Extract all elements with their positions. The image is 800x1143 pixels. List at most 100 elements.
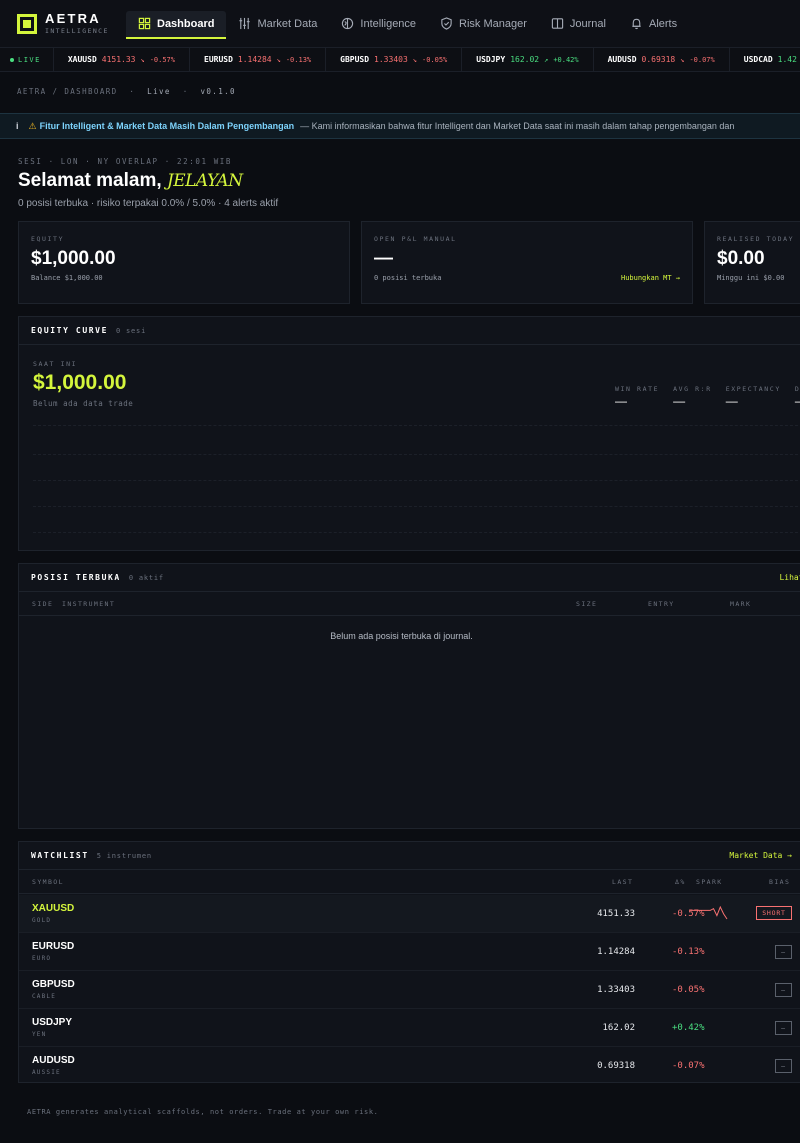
metric-drawdown: DR— xyxy=(794,385,800,408)
col-bias[interactable]: BIAS xyxy=(769,878,790,886)
col-spark: SPARK xyxy=(696,878,723,886)
info-icon: i xyxy=(16,121,19,131)
down-arrow-icon: ↘ xyxy=(680,55,685,64)
no-trade-note: Belum ada data trade xyxy=(33,399,134,408)
ticker-item-gbpusd[interactable]: GBPUSD 1.33403 ↘ -0.05% xyxy=(326,48,463,71)
col-change[interactable]: Δ% xyxy=(675,878,686,886)
ticker-item-usdcad[interactable]: USDCAD 1.42 xyxy=(730,48,800,71)
open-pnl-value: — xyxy=(374,248,393,269)
bias-badge: SHORT xyxy=(756,906,792,920)
down-arrow-icon: ↘ xyxy=(276,55,281,64)
chart-gridline xyxy=(33,480,800,481)
logo-mark-icon xyxy=(17,13,37,34)
warning-icon: ⚠ xyxy=(28,120,37,131)
positions-empty-state: Belum ada posisi terbuka di journal. xyxy=(330,631,473,641)
breadcrumb: AETRA / DASHBOARD · Live · v0.1.0 xyxy=(17,87,236,96)
bias-badge: – xyxy=(775,1021,792,1035)
table-row[interactable]: XAUUSD GOLD 4151.33 -0.57% SHORT xyxy=(19,895,800,933)
sparkline-path xyxy=(690,906,728,920)
chart-gridline xyxy=(33,454,800,455)
chart-gridline xyxy=(33,425,800,426)
nav-journal[interactable]: Journal xyxy=(539,0,618,48)
ticker-item-xauusd[interactable]: XAUUSD 4151.33 ↘ -0.57% xyxy=(54,48,190,71)
summary-line: 0 posisi terbuka · risiko terpakai 0.0% … xyxy=(18,198,279,209)
col-side[interactable]: SIDE xyxy=(32,600,53,608)
col-instrument[interactable]: INSTRUMENT xyxy=(62,600,115,608)
nav-journal-label: Journal xyxy=(569,17,606,30)
nav-market-data-label: Market Data xyxy=(257,17,318,30)
table-row[interactable]: AUDUSD AUSSIE 0.69318 -0.07% – xyxy=(19,1047,800,1085)
open-positions-count: 0 posisi terbuka xyxy=(374,274,442,282)
positions-count: 0 aktif xyxy=(128,573,164,582)
metric-expectancy: EXPECTANCY — xyxy=(725,385,781,408)
equity-curve-panel: EQUITY CURVE 0 sesi SAAT INI $1,000.00 B… xyxy=(18,316,800,551)
col-mark[interactable]: MARK xyxy=(730,600,751,608)
bias-badge: – xyxy=(775,1059,792,1073)
grid-icon xyxy=(138,17,151,30)
bias-badge: – xyxy=(775,983,792,997)
col-entry[interactable]: ENTRY xyxy=(648,600,675,608)
market-data-link[interactable]: Market Data → xyxy=(729,851,792,860)
ticker-item-usdjpy[interactable]: USDJPY 162.02 ↗ +0.42% xyxy=(462,48,594,71)
watchlist-table-header: SYMBOL LAST Δ% SPARK BIAS xyxy=(19,870,800,894)
col-size[interactable]: SIZE xyxy=(576,600,597,608)
open-pnl-card: OPEN P&L MANUAL — 0 posisi terbuka Hubun… xyxy=(361,221,693,304)
connect-mt-link[interactable]: Hubungkan MT → xyxy=(621,274,680,282)
nav-risk-manager[interactable]: Risk Manager xyxy=(428,0,539,48)
shield-icon xyxy=(441,17,452,30)
balance-label: Balance $1,000.00 xyxy=(31,274,103,282)
nav-alerts-label: Alerts xyxy=(648,17,678,30)
brand-name: AETRA xyxy=(45,11,101,26)
metric-avg-rr: AVG R:R — xyxy=(673,385,712,408)
bell-icon xyxy=(632,18,641,30)
table-row[interactable]: USDJPY YEN 162.02 +0.42% – xyxy=(19,1009,800,1047)
chart-gridline xyxy=(33,506,800,507)
nav-alerts[interactable]: Alerts xyxy=(618,0,689,48)
book-icon xyxy=(551,18,564,29)
session-label: SESI · LON · NY OVERLAP · 22:01 WIB xyxy=(18,157,233,166)
banner-message: — Kami informasikan bahwa fitur Intellig… xyxy=(300,121,735,131)
sparkline xyxy=(690,906,728,920)
positions-table-header: SIDE INSTRUMENT SIZE ENTRY MARK xyxy=(19,592,800,616)
watchlist-count: 5 instrumen xyxy=(96,851,152,860)
table-row[interactable]: GBPUSD CABLE 1.33403 -0.05% – xyxy=(19,971,800,1009)
equity-value: $1,000.00 xyxy=(31,248,116,269)
banner-title: Fitur Intelligent & Market Data Masih Da… xyxy=(39,121,295,131)
breadcrumb-mode: Live xyxy=(147,87,171,96)
top-nav: AETRA INTELLIGENCE Dashboard Market Data… xyxy=(0,0,800,48)
nav-dashboard[interactable]: Dashboard xyxy=(126,0,227,48)
brand-logo[interactable]: AETRA INTELLIGENCE xyxy=(17,12,126,35)
watchlist-panel: WATCHLIST 5 instrumen Market Data → SYMB… xyxy=(18,841,800,1083)
price-ticker: LIVE XAUUSD 4151.33 ↘ -0.57% EURUSD 1.14284 ↘… xyxy=(0,48,800,72)
col-last[interactable]: LAST xyxy=(612,878,633,886)
username: JELAYAN xyxy=(166,171,243,191)
view-journal-link[interactable]: Lihat jo xyxy=(779,573,800,582)
nav-market-data[interactable]: Market Data xyxy=(226,0,329,48)
current-equity-value: $1,000.00 xyxy=(33,371,127,394)
sliders-icon xyxy=(239,17,251,30)
realised-value: $0.00 xyxy=(717,248,765,269)
breadcrumb-path[interactable]: AETRA / DASHBOARD xyxy=(17,87,118,96)
chart-gridline xyxy=(33,532,800,533)
ticker-item-eurusd[interactable]: EURUSD 1.14284 ↘ -0.13% xyxy=(190,48,327,71)
version-label: v0.1.0 xyxy=(200,87,236,96)
realised-card: REALISED TODAY $0.00 Minggu ini $0.00 xyxy=(704,221,800,304)
live-dot-icon xyxy=(10,57,14,62)
watchlist-title: WATCHLIST xyxy=(31,851,89,860)
nav-risk-manager-label: Risk Manager xyxy=(459,17,527,30)
ticker-item-audusd[interactable]: AUDUSD 0.69318 ↘ -0.07% xyxy=(594,48,730,71)
session-count: 0 sesi xyxy=(116,326,147,335)
table-row[interactable]: EURUSD EURO 1.14284 -0.13% – xyxy=(19,933,800,971)
metric-win-rate: WIN RATE — xyxy=(615,385,660,408)
bias-badge: – xyxy=(775,945,792,959)
metrics-row: WIN RATE— AVG R:R— EXPECTANCY— DR— xyxy=(615,385,800,408)
disclaimer-footer: AETRA generates analytical scaffolds, no… xyxy=(27,1108,379,1116)
col-symbol[interactable]: SYMBOL xyxy=(32,878,64,886)
up-arrow-icon: ↗ xyxy=(544,55,549,64)
equity-card: EQUITY $1,000.00 Balance $1,000.00 xyxy=(18,221,350,304)
nav-intelligence[interactable]: Intelligence xyxy=(329,0,428,48)
watchlist-body: XAUUSD GOLD 4151.33 -0.57% SHORT EURUSD … xyxy=(19,895,800,1083)
positions-title: POSISI TERBUKA xyxy=(31,573,121,582)
page-title: Selamat malam, JELAYAN xyxy=(18,170,243,191)
nav-intelligence-label: Intelligence xyxy=(360,17,417,30)
